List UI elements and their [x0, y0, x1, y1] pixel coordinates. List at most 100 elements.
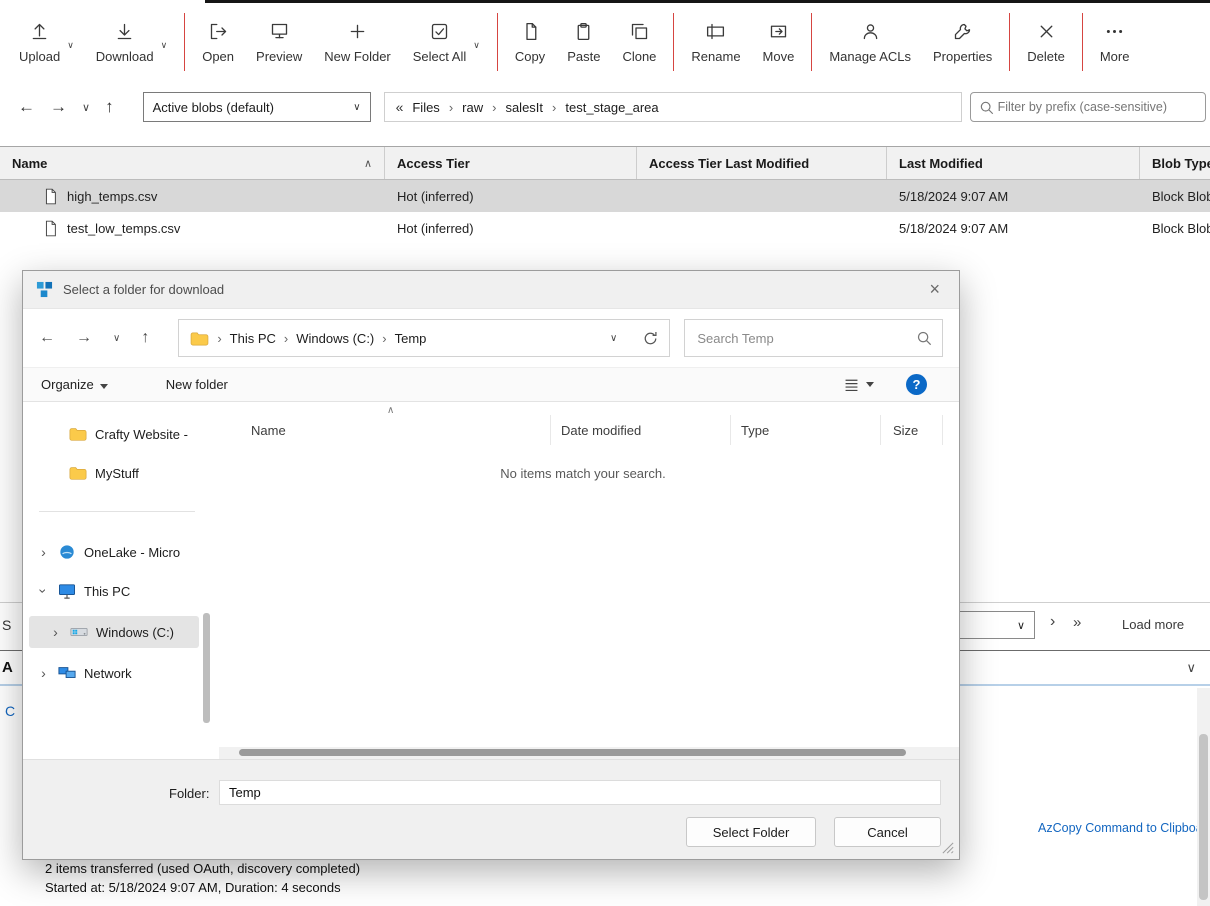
next-page-icon[interactable]: ›: [1050, 613, 1055, 631]
last-page-icon[interactable]: »: [1073, 614, 1081, 631]
blob-state-dropdown[interactable]: Active blobs (default) ∨: [142, 92, 371, 122]
history-chevron-icon[interactable]: ∨: [113, 333, 120, 344]
new-folder-button[interactable]: New Folder: [313, 20, 401, 64]
tree-item-onelake[interactable]: › OneLake - Micro: [23, 538, 211, 566]
table-row[interactable]: high_temps.csv Hot (inferred) 5/18/2024 …: [0, 180, 1210, 212]
dialog-title-bar[interactable]: Select a folder for download ×: [23, 271, 959, 309]
up-icon[interactable]: ↑: [105, 97, 114, 117]
column-header-blob-type[interactable]: Blob Type: [1140, 147, 1210, 179]
history-chevron-icon[interactable]: ∨: [82, 101, 90, 114]
address-bar[interactable]: › This PC › Windows (C:) › Temp ∨: [178, 319, 671, 357]
breadcrumb-salesit[interactable]: salesIt: [505, 100, 543, 115]
filter-input[interactable]: [997, 94, 1202, 120]
column-header-access-tier[interactable]: Access Tier: [385, 147, 637, 179]
paste-button[interactable]: Paste: [556, 20, 611, 64]
column-header-date-modified[interactable]: Date modified: [551, 415, 731, 445]
chevron-down-icon[interactable]: ∨: [610, 333, 617, 344]
folder-name-input[interactable]: [219, 780, 941, 805]
sidebar-scrollbar-thumb[interactable]: [203, 613, 210, 723]
back-icon[interactable]: ←: [18, 97, 35, 117]
navigation-bar: ← → ∨ ↑ Active blobs (default) ∨ « Files…: [0, 88, 1210, 126]
dialog-search-input[interactable]: [685, 320, 942, 356]
hscrollbar-thumb[interactable]: [239, 749, 906, 756]
address-crumb-temp[interactable]: Temp: [395, 331, 427, 346]
forward-icon[interactable]: →: [76, 329, 92, 347]
column-header-access-tier-last-modified[interactable]: Access Tier Last Modified: [637, 147, 887, 179]
dialog-new-folder-button[interactable]: New folder: [166, 377, 228, 392]
help-icon[interactable]: ?: [906, 374, 927, 395]
drive-icon: [70, 624, 88, 640]
file-icon: [45, 188, 56, 204]
tree-item-network[interactable]: › Network: [23, 659, 211, 687]
tree-item-label: Windows (C:): [96, 624, 175, 640]
breadcrumb-collapse-icon[interactable]: «: [396, 99, 404, 115]
select-all-button[interactable]: Select All ∨: [402, 20, 491, 64]
tree-item-mystuff[interactable]: MyStuff: [23, 459, 211, 487]
azcopy-command-link[interactable]: AzCopy Command to Clipboard: [1038, 821, 1210, 835]
open-button[interactable]: Open: [191, 20, 245, 64]
empty-folder-message: No items match your search.: [500, 466, 666, 481]
tree-item-this-pc[interactable]: › This PC: [23, 577, 211, 605]
copy-button[interactable]: Copy: [504, 20, 556, 64]
chevron-right-icon[interactable]: ›: [37, 544, 50, 560]
move-button[interactable]: Move: [752, 20, 806, 64]
tree-item-crafty-website[interactable]: Crafty Website -: [23, 420, 211, 448]
rename-button[interactable]: Rename: [680, 20, 751, 64]
refresh-icon[interactable]: [625, 331, 658, 346]
chevron-down-icon[interactable]: ∨: [473, 40, 480, 51]
close-icon[interactable]: ×: [923, 279, 946, 300]
more-button[interactable]: More: [1089, 20, 1141, 64]
forward-icon[interactable]: →: [50, 97, 67, 117]
back-icon[interactable]: ←: [39, 329, 55, 347]
address-crumb-windows-c[interactable]: Windows (C:): [296, 331, 374, 346]
delete-button[interactable]: Delete: [1016, 20, 1076, 64]
column-header-type[interactable]: Type: [731, 415, 881, 445]
upload-button[interactable]: Upload ∨: [8, 20, 85, 64]
rename-label: Rename: [691, 49, 741, 64]
address-crumb-this-pc[interactable]: This PC: [230, 331, 276, 346]
breadcrumb-raw[interactable]: raw: [462, 100, 483, 115]
column-header-last-modified[interactable]: Last Modified: [887, 147, 1140, 179]
breadcrumb-test-stage-area[interactable]: test_stage_area: [565, 100, 658, 115]
blob-last-modified: 5/18/2024 9:07 AM: [899, 188, 1009, 204]
column-header-label: Size: [893, 422, 919, 438]
chevron-expanded-icon[interactable]: ›: [36, 585, 52, 598]
this-pc-icon: [58, 583, 76, 599]
manage-acls-button[interactable]: Manage ACLs: [818, 20, 922, 64]
chevron-down-icon[interactable]: ∨: [1186, 660, 1196, 676]
resize-grip[interactable]: [942, 842, 954, 854]
tree-item-label: This PC: [84, 583, 131, 599]
preview-button[interactable]: Preview: [245, 20, 313, 64]
page-scrollbar[interactable]: [1197, 688, 1210, 906]
chevron-right-icon: ›: [217, 330, 222, 346]
chevron-down-icon[interactable]: ∨: [67, 40, 74, 51]
download-button[interactable]: Download ∨: [85, 20, 178, 64]
up-icon[interactable]: ↑: [141, 329, 149, 347]
organize-button[interactable]: Organize: [41, 377, 108, 392]
chevron-right-icon: ›: [492, 99, 497, 115]
table-row[interactable]: test_low_temps.csv Hot (inferred) 5/18/2…: [0, 212, 1210, 244]
load-more-button[interactable]: Load more: [1122, 617, 1184, 632]
dialog-search-box: [684, 319, 943, 357]
blob-access-tier: Hot (inferred): [397, 188, 474, 204]
manage-acls-label: Manage ACLs: [829, 49, 912, 64]
column-header-name[interactable]: Name: [211, 415, 551, 445]
select-folder-button[interactable]: Select Folder: [686, 817, 816, 847]
column-header-size[interactable]: Size: [881, 415, 943, 445]
column-header-name[interactable]: Name ∧: [0, 147, 385, 179]
breadcrumb-files[interactable]: Files: [412, 100, 439, 115]
breadcrumb: « Files › raw › salesIt › test_stage_are…: [383, 92, 962, 122]
properties-button[interactable]: Properties: [922, 20, 1003, 64]
tree-item-windows-c[interactable]: › Windows (C:): [29, 616, 199, 648]
clone-button[interactable]: Clone: [611, 20, 667, 64]
column-header-label: Last Modified: [899, 155, 983, 171]
chevron-right-icon[interactable]: ›: [49, 624, 62, 640]
view-mode-button[interactable]: [843, 376, 874, 393]
blob-type: Block Blob: [1152, 188, 1210, 204]
cancel-button[interactable]: Cancel: [834, 817, 941, 847]
chevron-right-icon[interactable]: ›: [37, 665, 50, 681]
hscrollbar-track[interactable]: [219, 747, 959, 759]
page-scrollbar-thumb[interactable]: [1199, 734, 1208, 900]
clear-link-fragment[interactable]: C: [5, 703, 15, 719]
chevron-down-icon[interactable]: ∨: [161, 40, 168, 51]
